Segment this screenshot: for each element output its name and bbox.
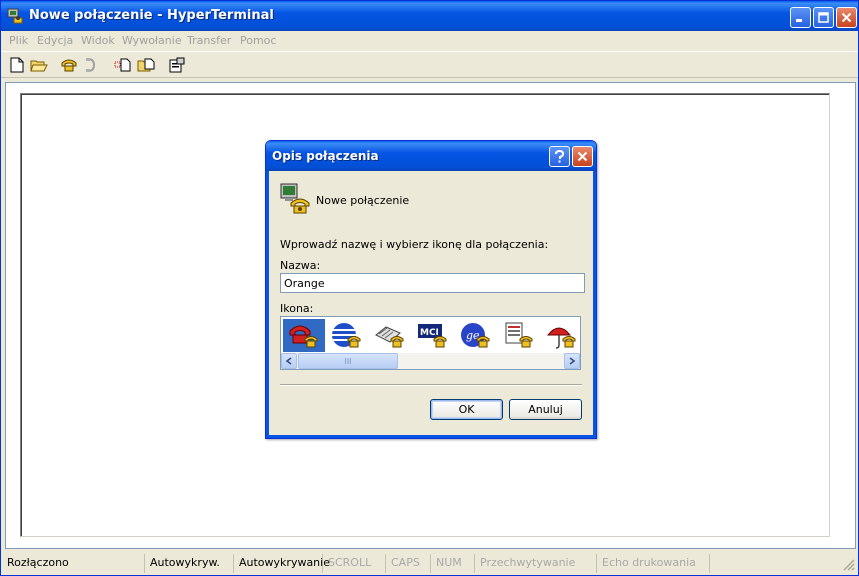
document-phone-icon[interactable]: [498, 319, 540, 352]
status-num: NUM: [432, 554, 475, 573]
name-input[interactable]: [280, 273, 585, 293]
scroll-thumb[interactable]: III: [298, 353, 398, 369]
close-button[interactable]: [836, 7, 857, 28]
toolbar: [1, 51, 858, 78]
status-scroll: SCROLL: [324, 554, 386, 573]
menu-bar: Plik Edycja Widok Wywołanie Transfer Pom…: [1, 31, 858, 50]
maximize-button[interactable]: [813, 7, 834, 28]
window-titlebar[interactable]: Nowe połączenie - HyperTerminal: [1, 1, 858, 31]
dialog-close-button[interactable]: [572, 146, 593, 167]
scroll-left-button[interactable]: [281, 353, 297, 369]
menu-wywolanie[interactable]: Wywołanie: [122, 34, 182, 47]
icon-label: Ikona:: [280, 302, 314, 315]
status-caps: CAPS: [387, 554, 431, 573]
dialog-titlebar[interactable]: Opis połączenia: [266, 141, 596, 171]
status-bar: Rozłączono Autowykryw. Autowykrywanie SC…: [1, 552, 858, 575]
new-document-icon[interactable]: [7, 55, 27, 75]
mci-icon[interactable]: MCI: [412, 319, 454, 352]
properties-icon[interactable]: [167, 55, 187, 75]
globe-icon[interactable]: [326, 319, 368, 352]
send-file-icon[interactable]: [113, 55, 133, 75]
fax-icon[interactable]: [369, 319, 411, 352]
hyperterminal-icon: [6, 7, 24, 25]
resize-grip-icon[interactable]: [842, 558, 855, 574]
window-title: Nowe połączenie - HyperTerminal: [29, 8, 274, 23]
menu-edycja[interactable]: Edycja: [37, 34, 73, 47]
cancel-button[interactable]: Anuluj: [509, 399, 582, 420]
minimize-icon: [796, 19, 802, 22]
instruction-text: Wprowadź nazwę i wybierz ikonę dla połąc…: [280, 238, 549, 251]
status-connection: Rozłączono: [3, 554, 145, 573]
umbrella-icon[interactable]: [541, 319, 580, 352]
close-icon: [577, 151, 588, 162]
status-print-echo: Echo drukowania: [598, 554, 710, 573]
icon-list-scrollbar[interactable]: III: [281, 353, 580, 369]
name-label: Nazwa:: [280, 259, 321, 272]
status-autodetect: Autowykrywanie: [235, 554, 330, 573]
phone-connect-icon[interactable]: [59, 55, 79, 75]
menu-pomoc[interactable]: Pomoc: [240, 34, 276, 47]
help-icon: [555, 150, 565, 163]
ok-button[interactable]: OK: [430, 399, 503, 420]
chevron-right-icon: [569, 357, 576, 365]
help-button[interactable]: [549, 146, 570, 167]
menu-transfer[interactable]: Transfer: [187, 34, 231, 47]
status-autodetect-short: Autowykryw.: [146, 554, 234, 573]
scroll-right-button[interactable]: [564, 353, 580, 369]
svg-text:MCI: MCI: [420, 328, 439, 338]
connection-description-dialog: Opis połączenia Nowe połączenie Wprowadź…: [265, 140, 597, 439]
receive-file-icon[interactable]: [136, 55, 156, 75]
disconnect-icon[interactable]: [81, 55, 101, 75]
close-icon: [841, 12, 852, 23]
connection-name-label: Nowe połączenie: [316, 194, 410, 207]
open-folder-icon[interactable]: [29, 55, 49, 75]
icon-list[interactable]: MCI ge III: [280, 316, 581, 370]
dialog-title: Opis połączenia: [272, 149, 379, 163]
minimize-button[interactable]: [790, 7, 811, 28]
red-phone-icon[interactable]: [283, 319, 325, 352]
status-capture: Przechwytywanie: [476, 554, 597, 573]
dialog-frame: [266, 171, 596, 438]
menu-widok[interactable]: Widok: [81, 34, 115, 47]
menu-plik[interactable]: Plik: [9, 34, 28, 47]
maximize-icon: [818, 12, 829, 23]
dialog-separator: [280, 384, 582, 386]
connection-icon: [279, 181, 313, 215]
chevron-left-icon: [285, 357, 292, 365]
ge-logo-icon[interactable]: ge: [455, 319, 497, 352]
main-window: Nowe połączenie - HyperTerminal Plik Edy…: [0, 0, 859, 576]
